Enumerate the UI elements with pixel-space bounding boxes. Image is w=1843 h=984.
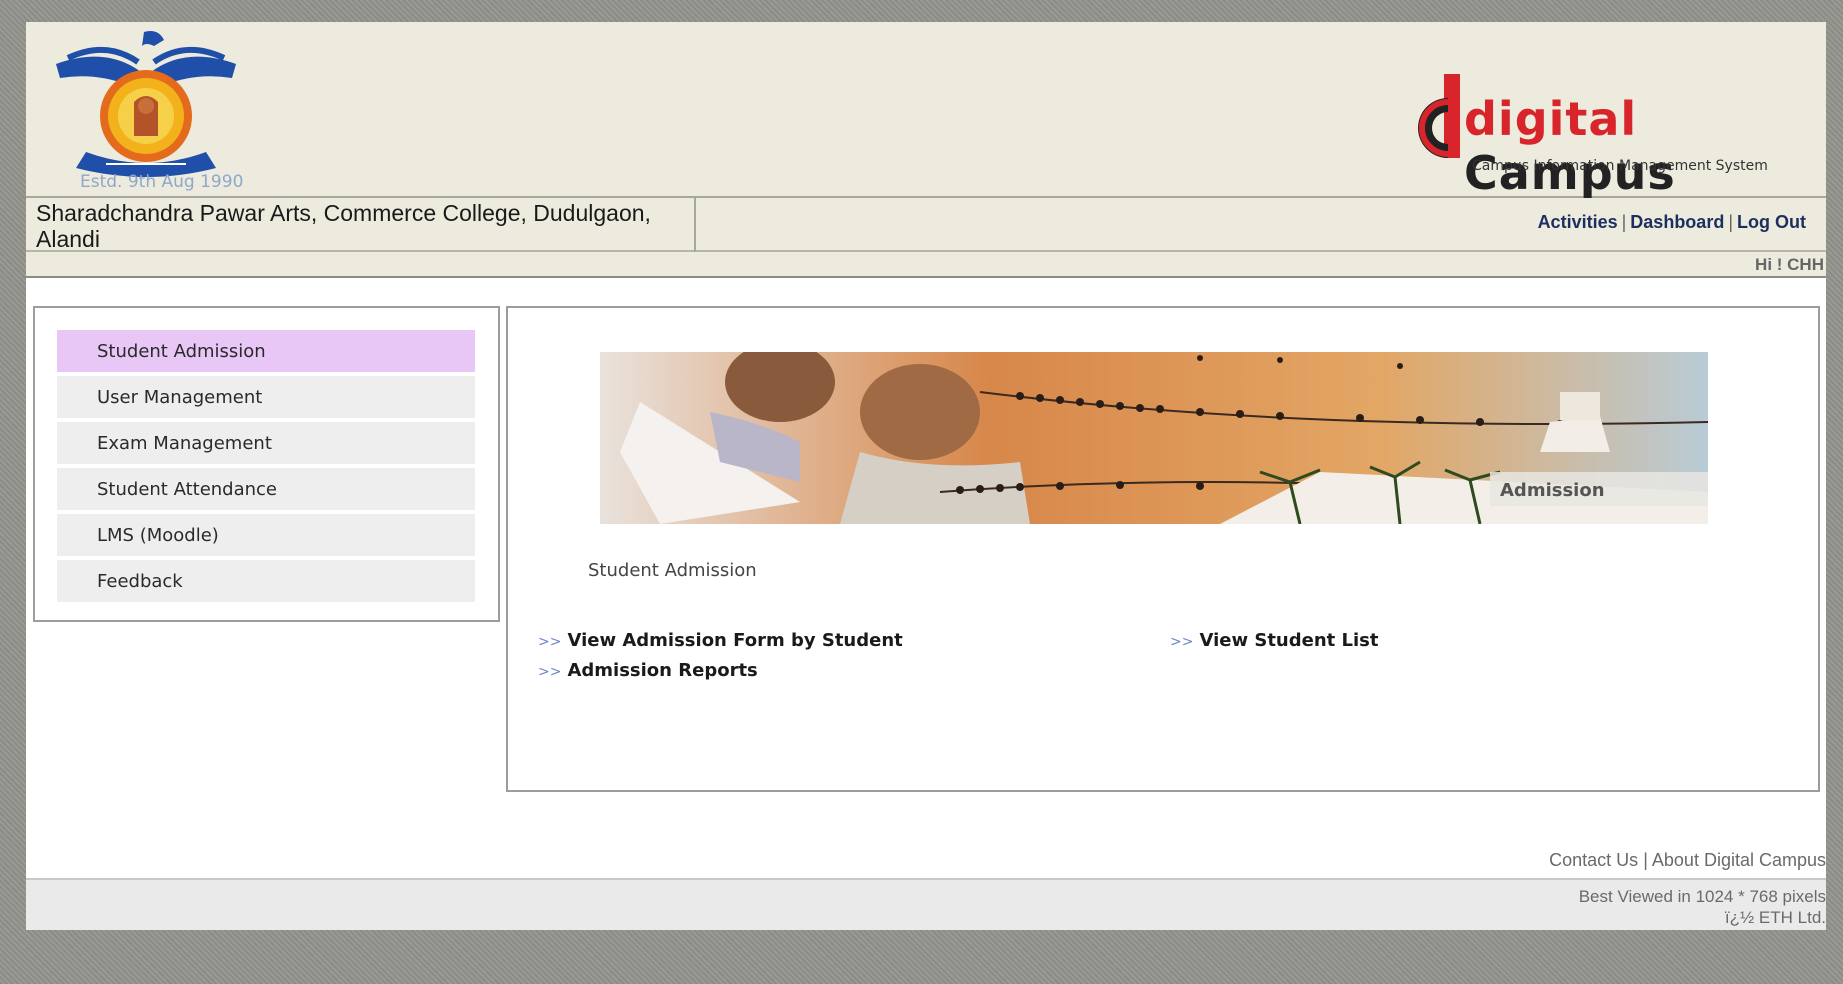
sidebar-item-feedback[interactable]: Feedback (57, 560, 475, 602)
brand-subtitle: Campus Information Management System (1472, 158, 1768, 174)
activities-link[interactable]: Activities (1538, 212, 1618, 232)
sidebar-item-student-attendance[interactable]: Student Attendance (57, 468, 475, 510)
double-arrow-icon: >> (538, 664, 562, 680)
brand-title: digital Campus (1464, 92, 1806, 200)
logout-link[interactable]: Log Out (1737, 212, 1806, 232)
digital-campus-logo-icon (1418, 74, 1460, 158)
sidebar: Student Admission User Management Exam M… (33, 306, 500, 622)
separator: | (1728, 212, 1734, 232)
header: Estd. 9th Aug 1990 digital Campus Campus… (26, 22, 1826, 200)
about-link[interactable]: About Digital Campus (1652, 850, 1826, 870)
view-admission-form-link[interactable]: >> View Admission Form by Student (538, 630, 903, 651)
sidebar-item-lms-moodle[interactable]: LMS (Moodle) (57, 514, 475, 556)
banner-label: Admission (1500, 480, 1605, 501)
link-label: Admission Reports (567, 660, 758, 681)
view-student-list-link[interactable]: >> View Student List (1170, 630, 1378, 651)
established-text: Estd. 9th Aug 1990 (80, 172, 244, 192)
dashboard-link[interactable]: Dashboard (1630, 212, 1724, 232)
college-logo: Estd. 9th Aug 1990 (46, 24, 246, 196)
footer-links: Contact Us | About Digital Campus (1549, 850, 1826, 871)
link-label: View Admission Form by Student (567, 630, 903, 651)
footer-notes: Best Viewed in 1024 * 768 pixels ï¿½ ETH… (1579, 886, 1826, 928)
admission-banner: Admission (600, 352, 1708, 524)
copyright-text: ï¿½ ETH Ltd. (1724, 908, 1826, 927)
main-content: Admission Student Admission >> View Admis… (506, 306, 1820, 792)
digital-campus-brand: digital Campus Campus Information Manage… (1386, 66, 1806, 200)
contact-us-link[interactable]: Contact Us (1549, 850, 1638, 870)
sidebar-item-user-management[interactable]: User Management (57, 376, 475, 418)
section-title: Student Admission (588, 560, 757, 581)
double-arrow-icon: >> (538, 634, 562, 650)
footer-bar: Best Viewed in 1024 * 768 pixels ï¿½ ETH… (26, 878, 1826, 930)
eagle-emblem-icon (56, 31, 236, 177)
top-nav-links: Activities | Dashboard | Log Out (1538, 212, 1806, 233)
college-name: Sharadchandra Pawar Arts, Commerce Colle… (36, 200, 651, 252)
brand-word-digital: digital (1464, 92, 1638, 146)
separator: | (1643, 850, 1648, 870)
college-name-box: Sharadchandra Pawar Arts, Commerce Colle… (26, 198, 696, 252)
best-viewed-text: Best Viewed in 1024 * 768 pixels (1578, 887, 1826, 906)
title-bar: Sharadchandra Pawar Arts, Commerce Colle… (26, 198, 1826, 252)
page-frame: Estd. 9th Aug 1990 digital Campus Campus… (26, 22, 1826, 930)
user-greeting: Hi ! CHH (1755, 255, 1824, 274)
sidebar-item-student-admission[interactable]: Student Admission (57, 330, 475, 372)
link-label: View Student List (1199, 630, 1379, 651)
greeting-bar: Hi ! CHH (26, 252, 1826, 278)
separator: | (1621, 212, 1627, 232)
double-arrow-icon: >> (1170, 634, 1194, 650)
sidebar-item-exam-management[interactable]: Exam Management (57, 422, 475, 464)
admission-reports-link[interactable]: >> Admission Reports (538, 660, 758, 681)
